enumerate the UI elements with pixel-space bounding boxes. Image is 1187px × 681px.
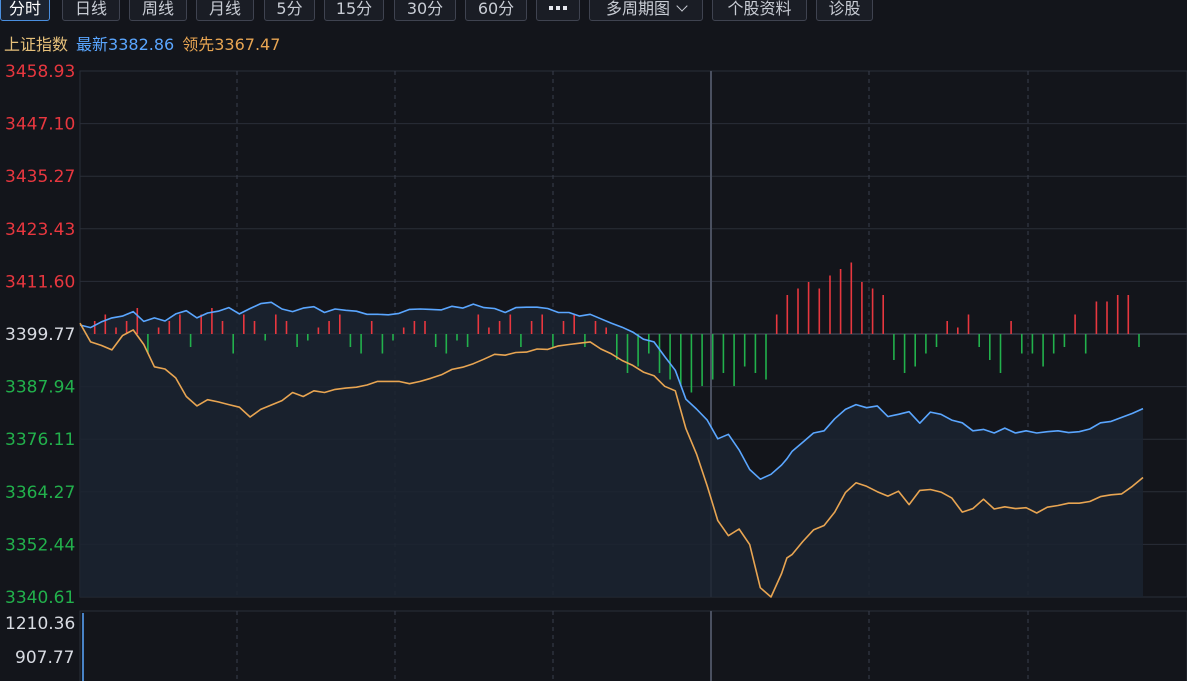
price-tick-label: 3458.93 xyxy=(5,62,75,82)
price-tick-label: 3447.10 xyxy=(5,115,75,135)
price-tick-label: 3435.27 xyxy=(5,167,75,187)
price-tick-label: 3387.94 xyxy=(5,378,75,398)
price-tick-label: 3399.77 xyxy=(5,325,75,345)
price-tick-label: 3364.27 xyxy=(5,483,75,503)
volume-tick-label: 907.77 xyxy=(15,648,74,668)
price-tick-label: 3423.43 xyxy=(5,220,75,240)
price-tick-label: 3340.61 xyxy=(5,588,75,608)
intraday-chart[interactable]: 3458.93 3447.10 3435.27 3423.43 3411.60 3399.… xyxy=(0,0,1187,681)
volume-panel-frame xyxy=(79,610,1187,681)
price-tick-label: 3411.60 xyxy=(5,272,75,292)
volume-tick-label: 1210.36 xyxy=(5,614,75,634)
price-tick-label: 3376.11 xyxy=(5,430,75,450)
price-tick-label: 3352.44 xyxy=(5,535,75,555)
price-area-fill xyxy=(80,302,1143,597)
